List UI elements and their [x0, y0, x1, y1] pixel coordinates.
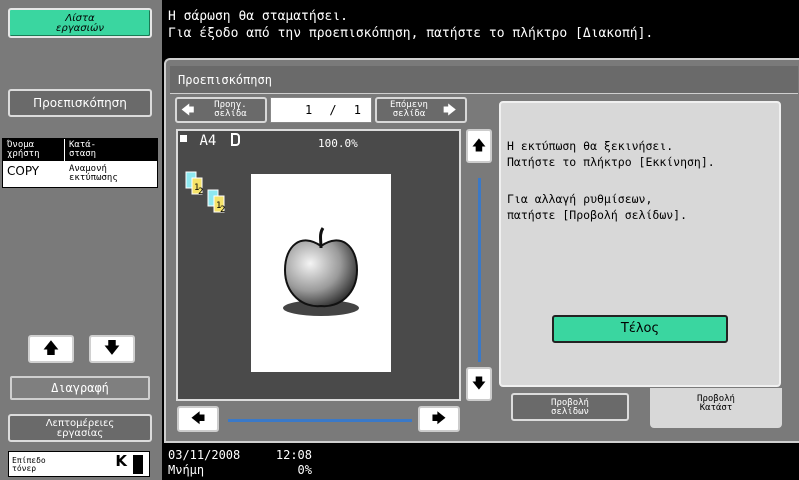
viewer-scroll-right-button[interactable]: 🡆	[418, 406, 460, 432]
arrow-left-icon: 🡄	[190, 411, 206, 427]
job-list-button[interactable]: Λίστα εργασιών	[8, 8, 152, 38]
date-memory-col: 03/11/2008 Μνήμη	[168, 448, 240, 478]
left-sidebar	[0, 0, 162, 480]
job-details-button[interactable]: Λεπτομέρειες εργασίας	[8, 414, 152, 442]
page-total: 1	[353, 103, 361, 117]
arrow-up-icon: 🡅	[471, 138, 487, 154]
dialog-title: Προεπισκόπηση	[170, 66, 798, 94]
paper-size: A4	[199, 133, 217, 149]
time-memory-col: 12:08 0%	[272, 448, 312, 478]
message-line-1: Η σάρωση θα σταματήσει.	[168, 9, 349, 24]
zoom-level: 100.0%	[318, 137, 358, 150]
next-page-button[interactable]: Επόμενη σελίδα 🡆	[375, 97, 467, 123]
viewer-scroll-left-button[interactable]: 🡄	[177, 406, 219, 432]
preview-button[interactable]: Προεπισκόπηση	[8, 89, 152, 117]
prev-page-button[interactable]: 🡄 Προηγ. σελίδα	[175, 97, 267, 123]
job-list-label: Λίστα εργασιών	[56, 13, 104, 34]
vertical-scroll-track[interactable]	[478, 178, 481, 362]
apple-image	[283, 227, 359, 316]
col-user-name: Όνομα χρήστη	[3, 139, 65, 161]
prev-page-label: Προηγ. σελίδα	[214, 100, 247, 119]
toner-level: Επίπεδο τόνερ K	[8, 451, 150, 477]
cell-user: COPY	[7, 164, 40, 178]
svg-text:2: 2	[198, 187, 203, 197]
viewer-scroll-down-button[interactable]: 🡇	[466, 367, 492, 401]
next-page-label: Επόμενη σελίδα	[390, 100, 428, 119]
end-button[interactable]: Τέλος	[552, 315, 728, 343]
page-current: 1	[305, 103, 313, 117]
tab-status-view-label: Προβολή Κατάστ	[697, 394, 735, 413]
message-bar: Η σάρωση θα σταματήσει. Για έξοδο από τη…	[162, 0, 799, 52]
memory-label: Μνήμη	[168, 463, 205, 477]
job-table-header: Όνομα χρήστη Κατά-σταση	[3, 139, 157, 161]
duplex-pages-icon: 1 2 1 2	[184, 170, 232, 215]
page-separator: /	[329, 103, 337, 117]
delete-label: Διαγραφή	[51, 381, 109, 395]
arrow-right-icon: 🡆	[431, 411, 447, 427]
arrow-right-icon: 🡆	[443, 102, 457, 118]
arrow-up-icon: 🡅	[42, 338, 60, 357]
tab-page-view[interactable]: Προβολή σελίδων	[511, 393, 629, 421]
portrait-orientation-icon	[230, 133, 240, 146]
status-bar: 03/11/2008 Μνήμη 12:08 0%	[162, 443, 799, 480]
arrow-left-icon: 🡄	[181, 102, 195, 118]
start-message: Η εκτύπωση θα ξεκινήσει. Πατήστε το πλήκ…	[507, 138, 715, 170]
cell-status: Αναμονή εκτύπωσης	[69, 164, 118, 183]
job-details-label: Λεπτομέρειες εργασίας	[45, 418, 115, 439]
delete-button[interactable]: Διαγραφή	[10, 376, 150, 400]
page-thumbnail	[251, 174, 391, 372]
message-line-2: Για έξοδο από την προεπισκόπηση, πατήστε…	[168, 26, 654, 41]
preview-label: Προεπισκόπηση	[33, 96, 127, 110]
viewer-scroll-up-button[interactable]: 🡅	[466, 129, 492, 163]
scroll-up-button[interactable]: 🡅	[28, 335, 74, 363]
col-status: Κατά-σταση	[69, 140, 97, 159]
table-row[interactable]: COPY Αναμονή εκτύπωσης	[3, 161, 157, 187]
paper-info: A4	[180, 133, 240, 149]
arrow-down-icon: 🡇	[103, 338, 121, 357]
end-label: Τέλος	[620, 321, 660, 336]
svg-text:2: 2	[220, 205, 225, 214]
toner-bar	[133, 455, 143, 474]
job-table: Όνομα χρήστη Κατά-σταση COPY Αναμονή εκτ…	[2, 138, 158, 188]
change-settings-line-2: πατήστε [Προβολή σελίδων].	[507, 208, 688, 222]
change-settings-line-1: Για αλλαγή ρυθμίσεων,	[507, 192, 653, 206]
date: 03/11/2008	[168, 448, 241, 462]
change-settings-message: Για αλλαγή ρυθμίσεων, πατήστε [Προβολή σ…	[507, 191, 687, 223]
horizontal-scroll-track[interactable]	[228, 419, 412, 422]
time: 12:08	[275, 448, 312, 462]
start-message-line-1: Η εκτύπωση θα ξεκινήσει.	[507, 139, 674, 153]
page-indicator-icon	[180, 135, 187, 142]
toner-label: Επίπεδο τόνερ	[12, 456, 46, 473]
memory-value: 0%	[297, 463, 312, 477]
arrow-down-icon: 🡇	[471, 376, 487, 392]
scroll-down-button[interactable]: 🡇	[89, 335, 135, 363]
start-message-line-2: Πατήστε το πλήκτρο [Εκκίνηση].	[507, 155, 715, 169]
toner-color: K	[115, 452, 127, 470]
tab-status-view[interactable]: Προβολή Κατάστ	[650, 388, 782, 428]
tab-page-view-label: Προβολή σελίδων	[551, 398, 589, 417]
page-number-field: 1 / 1	[270, 97, 372, 123]
